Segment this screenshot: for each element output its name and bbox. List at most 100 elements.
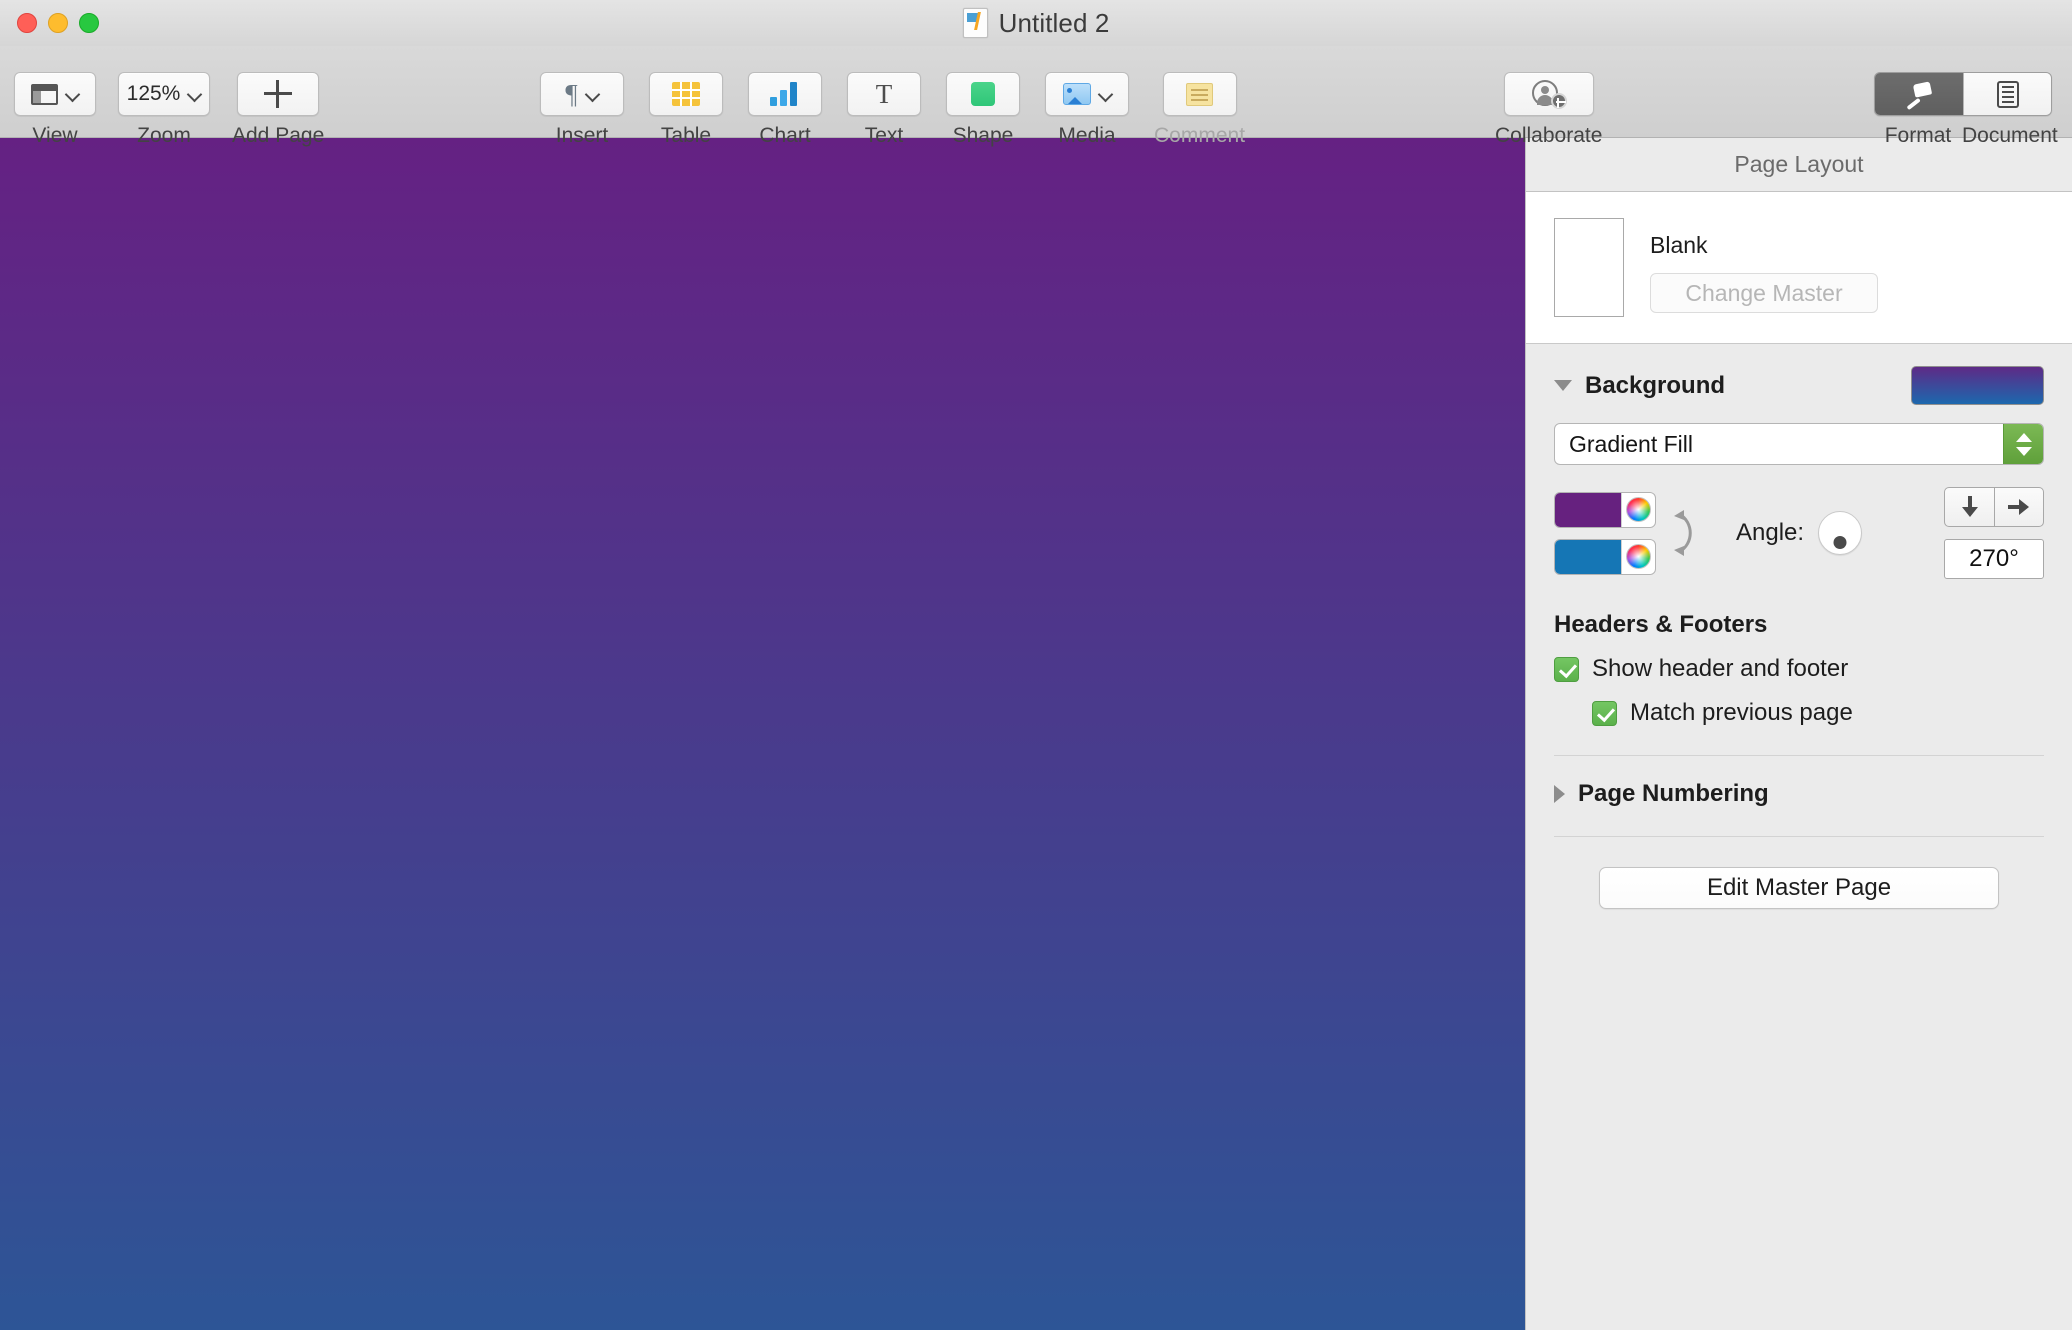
format-inspector-button[interactable] (1875, 73, 1963, 115)
headers-footers-title: Headers & Footers (1554, 611, 1768, 638)
shape-label: Shape (952, 124, 1014, 147)
window-title-bar: Untitled 2 (0, 0, 2072, 46)
minimize-button[interactable] (48, 13, 68, 33)
table-icon (672, 82, 700, 106)
zoom-button[interactable] (79, 13, 99, 33)
start-color-fill[interactable] (1555, 492, 1621, 527)
background-preview-swatch[interactable] (1911, 366, 2044, 405)
angle-label: Angle: (1736, 519, 1805, 546)
page-numbering-section-header[interactable]: Page Numbering (1526, 756, 2072, 808)
color-wheel-icon (1626, 497, 1651, 522)
toolbar-collaborate-group: Collaborate (1495, 72, 1602, 148)
background-section-header[interactable]: Background (1526, 344, 2072, 405)
angle-value-field[interactable]: 270° (1944, 539, 2044, 579)
comment-button (1162, 72, 1237, 116)
media-button[interactable] (1045, 72, 1129, 116)
horizontal-gradient-button[interactable] (1994, 488, 2043, 526)
table-button[interactable] (649, 72, 723, 116)
person-add-icon (1531, 80, 1567, 109)
table-tool[interactable]: Table (649, 72, 723, 148)
toolbar-inspector-group: Format Document (1874, 72, 2058, 148)
gradient-controls: Angle: 270° (1526, 465, 2072, 579)
add-page-button[interactable] (237, 72, 320, 116)
table-label: Table (660, 124, 712, 147)
shape-square-icon (971, 82, 995, 106)
format-inspector-sidebar: Page Layout Blank Change Master Backgrou… (1525, 138, 2072, 1330)
comment-label: Comment (1154, 124, 1246, 147)
comment-note-icon (1186, 82, 1214, 106)
angle-dial-knob[interactable] (1833, 536, 1847, 549)
text-label: Text (864, 124, 904, 147)
text-tool[interactable]: T Text (847, 72, 921, 148)
arrow-right-icon (2008, 499, 2029, 515)
pages-app-window: Untitled 2 View 125% Zoom Add Page ¶ Ins… (0, 0, 2072, 1330)
background-title-group: Background (1554, 372, 1725, 400)
close-button[interactable] (17, 13, 37, 33)
media-label: Media (1058, 124, 1116, 147)
end-color-fill[interactable] (1555, 539, 1621, 574)
vertical-gradient-button[interactable] (1945, 488, 1994, 526)
master-panel: Blank Change Master (1526, 192, 2072, 344)
insert-button[interactable]: ¶ (540, 72, 624, 116)
collaborate-tool[interactable]: Collaborate (1495, 72, 1602, 148)
chevron-down-icon (188, 88, 201, 101)
show-header-footer-checkbox[interactable] (1554, 656, 1579, 682)
shape-tool[interactable]: Shape (946, 72, 1020, 148)
fill-type-value: Gradient Fill (1569, 430, 1693, 457)
angle-right-controls: 270° (1944, 487, 2044, 579)
text-button[interactable]: T (847, 72, 921, 116)
text-t-icon: T (875, 78, 893, 109)
chart-label: Chart (759, 124, 811, 147)
document-title: Untitled 2 (998, 7, 1110, 38)
collaborate-label: Collaborate (1495, 124, 1603, 147)
media-tool[interactable]: Media (1045, 72, 1129, 148)
insert-tool[interactable]: ¶ Insert (540, 72, 624, 148)
disclosure-triangle-closed-icon[interactable] (1554, 785, 1565, 803)
zoom-value: 125% (126, 82, 181, 105)
chart-button[interactable] (748, 72, 822, 116)
gradient-end-color-swatch[interactable] (1554, 538, 1656, 575)
view-label: View (32, 124, 78, 147)
end-color-wheel-button[interactable] (1621, 539, 1655, 574)
plus-icon (264, 80, 293, 108)
match-previous-page-row[interactable]: Match previous page (1526, 683, 2072, 727)
angle-dial[interactable] (1818, 511, 1863, 555)
background-title: Background (1585, 371, 1726, 399)
show-header-footer-row[interactable]: Show header and footer (1526, 639, 2072, 683)
pilcrow-icon: ¶ (565, 78, 578, 109)
view-tool[interactable]: View (14, 72, 96, 148)
zoom-button-control[interactable]: 125% (118, 72, 210, 116)
page-numbering-title-group: Page Numbering (1554, 780, 2044, 808)
gradient-start-color-swatch[interactable] (1554, 491, 1656, 528)
fill-type-stepper-icon[interactable] (2003, 424, 2043, 464)
media-photo-icon (1062, 83, 1091, 105)
edit-master-page-button[interactable]: Edit Master Page (1599, 867, 1999, 909)
document-inspector-button[interactable] (1963, 73, 2051, 115)
match-previous-page-checkbox[interactable] (1592, 700, 1617, 726)
window-title-group: Untitled 2 (0, 0, 2072, 46)
inspector-segmented-control[interactable] (1874, 72, 2052, 116)
swap-colors-icon[interactable] (1670, 500, 1706, 566)
show-header-footer-label: Show header and footer (1592, 655, 1849, 682)
collaborate-button[interactable] (1503, 72, 1594, 116)
document-canvas[interactable] (0, 138, 1525, 1330)
blank-page-thumbnail[interactable] (1554, 218, 1624, 317)
start-color-wheel-button[interactable] (1621, 492, 1655, 527)
toolbar-center-group: ¶ Insert Table Chart T Text Shape Media … (540, 72, 1245, 148)
page-background-gradient (0, 138, 1525, 1330)
view-button[interactable] (14, 72, 96, 116)
fill-type-select[interactable]: Gradient Fill (1554, 423, 2044, 465)
add-page-tool[interactable]: Add Page (232, 72, 324, 148)
chart-tool[interactable]: Chart (748, 72, 822, 148)
zoom-tool[interactable]: 125% Zoom (118, 72, 210, 148)
toolbar-left-group: View 125% Zoom Add Page (14, 72, 324, 148)
add-page-label: Add Page (232, 124, 325, 147)
bar-chart-icon (770, 82, 800, 106)
shape-button[interactable] (946, 72, 1020, 116)
window-body: Page Layout Blank Change Master Backgrou… (0, 138, 2072, 1330)
paint-brush-icon (1905, 81, 1933, 107)
document-lines-icon (1996, 80, 2019, 108)
disclosure-triangle-open-icon[interactable] (1554, 380, 1572, 391)
main-toolbar: View 125% Zoom Add Page ¶ Insert Table C… (0, 46, 2072, 147)
insert-label: Insert (555, 124, 609, 147)
